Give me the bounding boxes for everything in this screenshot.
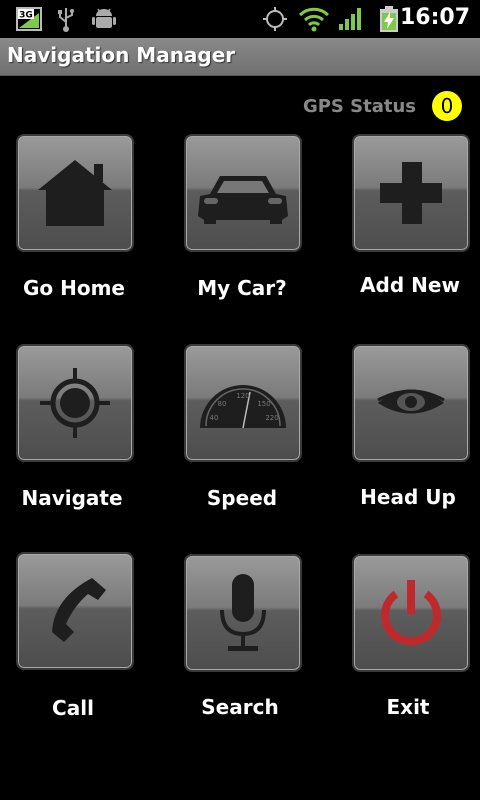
speed-label: Speed (206, 486, 278, 510)
3g-signal-icon: 3G (16, 7, 42, 35)
go-home-button[interactable] (16, 134, 134, 252)
home-icon (38, 160, 112, 226)
my-car-button[interactable] (184, 134, 302, 252)
navigate-button[interactable] (16, 344, 134, 462)
call-button[interactable] (16, 552, 134, 670)
phone-icon (52, 578, 106, 642)
speedometer-icon: 120 80 150 40 220 (200, 385, 286, 429)
head-up-button[interactable] (352, 344, 470, 462)
svg-text:120: 120 (236, 392, 249, 400)
add-new-label: Add New (360, 273, 460, 297)
svg-text:150: 150 (257, 400, 270, 408)
power-icon (381, 580, 441, 646)
battery-charging-icon (378, 5, 400, 37)
head-up-label: Head Up (360, 485, 456, 509)
plus-icon (380, 162, 442, 224)
svg-text:3G: 3G (19, 11, 33, 21)
call-label: Call (52, 696, 94, 720)
clock: 16:07 (399, 5, 470, 30)
gps-status-badge: 0 (432, 91, 462, 121)
navigate-label: Navigate (21, 486, 123, 510)
my-car-label: My Car? (197, 276, 287, 300)
svg-text:40: 40 (210, 414, 219, 422)
search-label: Search (201, 695, 279, 719)
gps-status: GPS Status 0 (303, 90, 462, 122)
svg-text:80: 80 (218, 400, 227, 408)
crosshair-icon (40, 368, 110, 438)
exit-label: Exit (386, 695, 430, 719)
speed-button[interactable]: 120 80 150 40 220 (184, 344, 302, 462)
eye-icon (377, 389, 445, 414)
search-button[interactable] (184, 554, 302, 672)
status-bar: 3G 16:07 (0, 0, 480, 38)
car-icon (198, 176, 288, 224)
android-debug-icon (92, 6, 116, 36)
add-new-button[interactable] (352, 134, 470, 252)
go-home-label: Go Home (22, 276, 125, 300)
svg-text:220: 220 (265, 414, 278, 422)
exit-button[interactable] (352, 554, 470, 672)
gps-icon (262, 6, 288, 36)
title-bar: Navigation Manager (0, 38, 480, 76)
usb-icon (56, 6, 76, 36)
cell-signal-icon (338, 6, 364, 36)
microphone-icon (220, 574, 266, 651)
page-title: Navigation Manager (7, 43, 236, 67)
wifi-icon (298, 6, 330, 36)
gps-status-label: GPS Status (302, 95, 416, 117)
